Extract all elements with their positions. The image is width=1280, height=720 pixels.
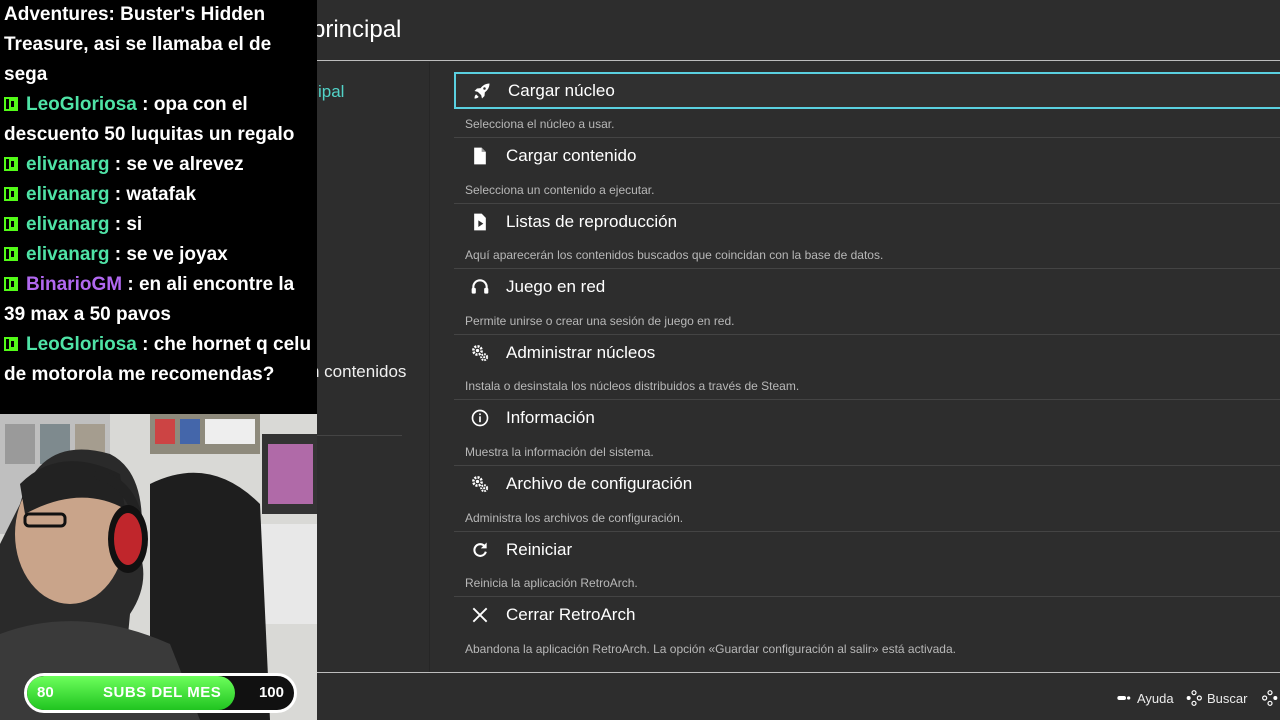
menu-item-sublabel: Selecciona un contenido a ejecutar.: [465, 182, 655, 197]
chat-text: : si: [109, 214, 143, 235]
help-label: Ayuda: [1137, 690, 1174, 706]
select-button-icon: [1117, 696, 1131, 700]
chat-message: elivanarg : watafak: [0, 180, 316, 210]
menu-item-manage-cores[interactable]: Administrar núcleos Instala o desinstala…: [454, 334, 1280, 401]
kick-badge-icon: [4, 337, 18, 351]
extra-hint[interactable]: [1262, 690, 1280, 706]
sidebar-item-main-menu[interactable]: ipal: [318, 82, 344, 102]
chat-message: elivanarg : si: [0, 210, 316, 240]
rocket-icon: [456, 74, 508, 107]
chat-message: elivanarg : se ve joyax: [0, 240, 316, 270]
menu-item-playlists[interactable]: Listas de reproducción Aquí aparecerán l…: [454, 203, 1280, 270]
menu-item-load-content[interactable]: Cargar contenido Selecciona un contenido…: [454, 138, 1280, 204]
chat-username: elivanarg: [26, 154, 110, 175]
chat-username: elivanarg: [26, 244, 110, 265]
menu-item-label: Administrar núcleos: [506, 342, 656, 362]
menu-item-label: Archivo de configuración: [506, 474, 693, 494]
subs-goal-label: SUBS DEL MES: [103, 684, 222, 701]
menu-item-label: Cargar núcleo: [508, 80, 615, 100]
kick-badge-icon: [4, 217, 18, 231]
subs-goal-max: 100: [258, 684, 284, 701]
help-hint[interactable]: Ayuda: [1116, 690, 1174, 706]
menu-item-sublabel: Instala o desinstala los núcleos distrib…: [465, 379, 800, 394]
search-label: Buscar: [1207, 690, 1248, 706]
chat-username: LeoGloriosa: [26, 94, 137, 115]
headset-icon: [454, 269, 506, 306]
chat-username: elivanarg: [26, 184, 110, 205]
dpad-button-icon: [1186, 690, 1202, 706]
chat-message: elivanarg : se ve alrevez: [0, 150, 316, 180]
search-hint[interactable]: Buscar: [1186, 690, 1247, 706]
menu-item-sublabel: Muestra la información del sistema.: [465, 444, 654, 459]
menu-item-sublabel: Reinicia la aplicación RetroArch.: [465, 576, 638, 591]
dpad-button-icon: [1262, 690, 1278, 706]
playlist-icon: [454, 203, 506, 240]
gears-icon: [454, 466, 506, 503]
close-icon: [454, 597, 506, 634]
file-icon: [454, 138, 506, 175]
gears-icon: [454, 334, 506, 371]
menu-item-netplay[interactable]: Juego en red Permite unirse o crear una …: [454, 269, 1280, 335]
chat-text: : se ve joyax: [109, 244, 228, 265]
main-menu-list: Cargar núcleo Selecciona el núcleo a usa…: [454, 72, 1280, 662]
chat-text: Adventures: Buster's Hidden Treasure, as…: [4, 4, 272, 85]
menu-item-label: Cerrar RetroArch: [506, 605, 636, 625]
kick-badge-icon: [4, 277, 18, 291]
kick-badge-icon: [4, 157, 18, 171]
menu-item-sublabel: Abandona la aplicación RetroArch. La opc…: [465, 641, 956, 656]
chat-text: : watafak: [109, 184, 197, 205]
menu-item-quit[interactable]: Cerrar RetroArch Abandona la aplicación …: [454, 597, 1280, 663]
menu-item-label: Listas de reproducción: [506, 211, 678, 231]
restart-icon: [454, 531, 506, 568]
sidebar-divider: [316, 435, 402, 436]
sidebar-item-contents[interactable]: n contenidos: [310, 362, 406, 382]
menu-item-information[interactable]: Información Muestra la información del s…: [454, 400, 1280, 466]
kick-badge-icon: [4, 97, 18, 111]
chat-username: LeoGloriosa: [26, 334, 137, 355]
menu-item-sublabel: Administra los archivos de configuración…: [465, 510, 684, 525]
chat-username: elivanarg: [26, 214, 110, 235]
stream-chat: Adventures: Buster's Hidden Treasure, as…: [0, 0, 317, 414]
menu-item-label: Juego en red: [506, 277, 606, 297]
chat-message: LeoGloriosa : opa con el descuento 50 lu…: [0, 90, 316, 150]
info-icon: [454, 400, 506, 437]
chat-message: Adventures: Buster's Hidden Treasure, as…: [0, 0, 316, 90]
chat-message: BinarioGM : en ali encontre la 39 max a …: [0, 270, 316, 330]
page-title: principal: [312, 16, 402, 43]
subs-goal-bar: 80 SUBS DEL MES 100: [24, 673, 297, 713]
menu-item-config-file[interactable]: Archivo de configuración Administra los …: [454, 466, 1280, 532]
menu-item-load-core[interactable]: Cargar núcleo Selecciona el núcleo a usa…: [454, 72, 1280, 138]
menu-item-sublabel: Permite unirse o crear una sesión de jue…: [465, 313, 735, 328]
chat-text: : se ve alrevez: [109, 154, 244, 175]
menu-item-sublabel: Aquí aparecerán los contenidos buscados …: [465, 248, 884, 263]
menu-item-label: Información: [506, 408, 595, 428]
chat-message: LeoGloriosa : che hornet q celu de motor…: [0, 330, 316, 390]
kick-badge-icon: [4, 187, 18, 201]
menu-item-label: Cargar contenido: [506, 146, 637, 166]
kick-badge-icon: [4, 247, 18, 261]
menu-item-restart[interactable]: Reiniciar Reinicia la aplicación RetroAr…: [454, 531, 1280, 598]
chat-username: BinarioGM: [26, 274, 123, 295]
menu-item-sublabel: Selecciona el núcleo a usar.: [465, 117, 615, 131]
menu-item-label: Reiniciar: [506, 539, 573, 559]
subs-goal-min: 80: [37, 684, 54, 701]
